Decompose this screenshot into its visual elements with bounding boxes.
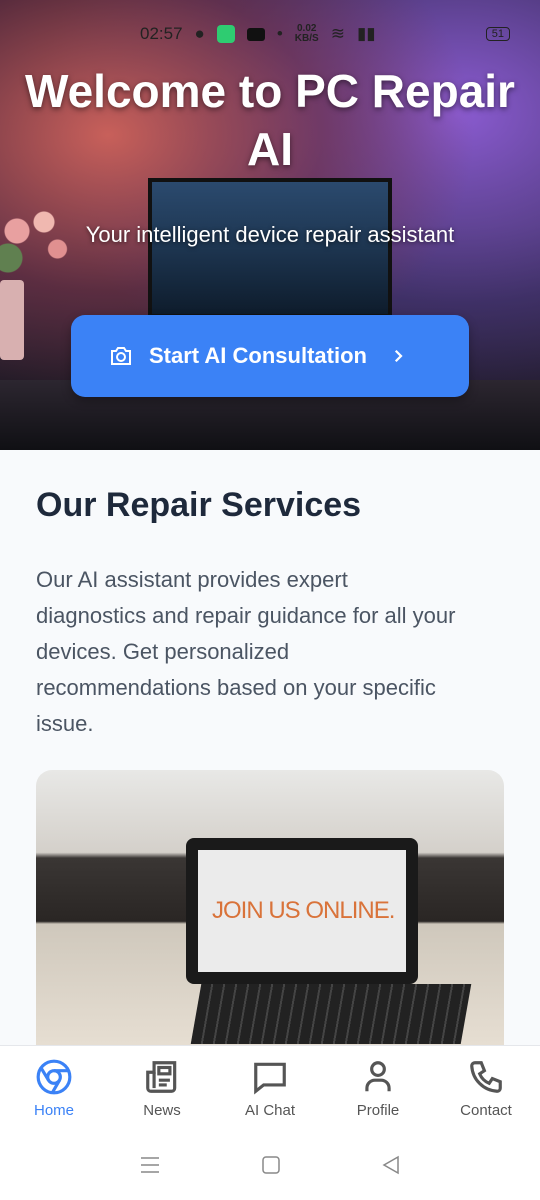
phone-icon	[470, 1061, 502, 1093]
camera-icon	[111, 347, 131, 365]
nav-home[interactable]: Home	[0, 1046, 108, 1130]
hero-subtitle: Your intelligent device repair assistant	[85, 222, 455, 247]
status-bar: 02:57 ● • 0.02 KB/S ≋ ▮▮ 51	[140, 22, 510, 46]
newspaper-icon	[146, 1061, 177, 1093]
nav-contact-label: Contact	[460, 1102, 512, 1119]
dot-icon: •	[276, 24, 283, 43]
keyboard-image	[190, 984, 472, 1044]
nav-home-label: Home	[33, 1102, 74, 1119]
signal-icon: ▮▮	[356, 24, 376, 43]
services-heading: Our Repair Services	[36, 486, 362, 524]
nav-news-label: News	[143, 1102, 181, 1119]
hero-section: 02:57 ● • 0.02 KB/S ≋ ▮▮ 51 Welcome to PC…	[0, 0, 540, 450]
youtube-icon	[246, 27, 265, 41]
laptop-screen-text: JOIN US ONLINE.	[198, 850, 406, 972]
nav-ai-chat[interactable]: AI Chat	[216, 1046, 324, 1130]
nav-profile[interactable]: Profile	[324, 1046, 432, 1130]
chevron-right-icon	[394, 349, 403, 363]
start-consultation-button[interactable]: Start AI Consultation	[71, 315, 469, 397]
system-nav-bar	[0, 1130, 540, 1200]
services-description: Our AI assistant provides expert diagnos…	[36, 567, 456, 736]
facebook-icon: ●	[194, 24, 205, 43]
back-icon[interactable]	[381, 1155, 401, 1175]
chrome-icon	[36, 1059, 72, 1095]
net-speed-unit: KB/S	[294, 33, 319, 44]
messages-app-icon	[216, 25, 235, 43]
services-image: JOIN US ONLINE.	[36, 770, 504, 1045]
nav-news[interactable]: News	[108, 1046, 216, 1130]
vase-decoration	[0, 280, 24, 360]
laptop-image: JOIN US ONLINE.	[186, 838, 418, 984]
page-title: Welcome to PC Repair AI	[25, 65, 515, 175]
user-icon	[365, 1061, 391, 1092]
cta-label: Start AI Consultation	[149, 343, 367, 368]
battery-indicator: 51	[485, 27, 510, 41]
status-time: 02:57	[140, 24, 183, 43]
menu-icon[interactable]	[139, 1155, 161, 1175]
bottom-nav: Home News AI Chat Profile Contact	[0, 1045, 540, 1130]
wifi-icon: ≋	[330, 24, 345, 43]
nav-ai-chat-label: AI Chat	[244, 1102, 296, 1119]
nav-contact[interactable]: Contact	[432, 1046, 540, 1130]
chat-icon	[254, 1062, 286, 1095]
nav-profile-label: Profile	[356, 1102, 400, 1119]
net-speed: 0.02 KB/S	[295, 24, 319, 44]
home-square-icon[interactable]	[261, 1155, 281, 1175]
